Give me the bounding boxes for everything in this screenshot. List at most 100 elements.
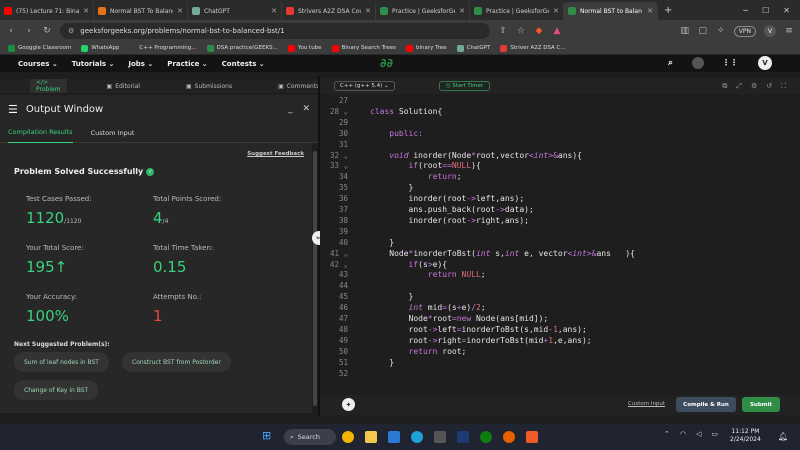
chevron-up-icon[interactable]: ⌃	[664, 430, 670, 438]
problem-tab[interactable]: ▣ Editorial	[101, 79, 146, 93]
user-avatar[interactable]: V	[758, 56, 772, 70]
code-line[interactable]: void inorder(Node*root,vector<int>&ans){	[370, 151, 582, 160]
menu-icon[interactable]: ≡	[784, 26, 794, 36]
sidebar-icon[interactable]: ▥	[680, 26, 690, 36]
problem-tab[interactable]: </> Problem	[30, 79, 67, 93]
volume-icon[interactable]: ◁	[696, 430, 701, 438]
reload-icon[interactable]: ↻	[42, 26, 52, 36]
store-icon[interactable]	[434, 431, 446, 443]
taskbar-search[interactable]: ⌕ Search	[284, 429, 336, 445]
url-field[interactable]: ⚙ geeksforgeeks.org/problems/normal-bst-…	[60, 23, 490, 39]
tab-close-icon[interactable]: ✕	[83, 7, 89, 15]
bookmark-item[interactable]: Binary Search Trees	[331, 44, 396, 52]
profile-avatar[interactable]: V	[764, 25, 776, 37]
code-line[interactable]: return;	[370, 172, 462, 181]
back-icon[interactable]: ‹	[6, 26, 16, 36]
site-nav-item[interactable]: Jobs ⌄	[128, 60, 153, 68]
expand-icon[interactable]: ⤢	[736, 82, 742, 91]
start-timer-button[interactable]: ◷ Start Timer	[438, 81, 491, 91]
maximize-icon[interactable]: ☐	[762, 6, 769, 15]
code-line[interactable]: Node*root=new Node(ans[mid]);	[370, 314, 549, 323]
wifi-icon[interactable]: ◠	[680, 430, 686, 438]
code-line[interactable]: class Solution{	[370, 107, 442, 116]
chrome-icon[interactable]	[342, 431, 354, 443]
site-nav-item[interactable]: Practice ⌄	[167, 60, 207, 68]
hamburger-icon[interactable]: ☰	[8, 103, 18, 116]
code-line[interactable]: if(s>e){	[370, 260, 448, 269]
code-line[interactable]: root->left=inorderToBst(s,mid-1,ans);	[370, 325, 587, 334]
problem-tab[interactable]: ▣ Submissions	[180, 79, 238, 93]
theme-toggle-icon[interactable]	[692, 57, 704, 69]
code-line[interactable]: ans.push_back(root->data);	[370, 205, 534, 214]
minimize-icon[interactable]: ─	[743, 6, 748, 15]
browser-tab[interactable]: Normal BST To Balanced ✕	[94, 2, 188, 20]
submit-button[interactable]: Submit	[742, 397, 780, 412]
browser-tab[interactable]: Normal BST to Balan ✕	[564, 2, 658, 20]
bookmark-item[interactable]: Googgle Classroom	[8, 44, 71, 52]
close-window-icon[interactable]: ✕	[783, 6, 790, 15]
code-line[interactable]: inorder(root->right,ans);	[370, 216, 529, 225]
tab-close-icon[interactable]: ✕	[365, 7, 371, 15]
copy-icon[interactable]: ⧉	[722, 82, 727, 91]
share-icon[interactable]: ⇪	[498, 26, 508, 36]
fullscreen-icon[interactable]: ⛶	[781, 82, 786, 91]
code-line[interactable]: Node*inorderToBst(int s,int e, vector<in…	[370, 249, 635, 258]
bookmark-item[interactable]: You tube	[287, 44, 322, 52]
language-select[interactable]: C++ (g++ 5.4) ⌄	[334, 81, 395, 91]
site-nav-item[interactable]: Courses ⌄	[18, 60, 58, 68]
code-line[interactable]: }	[370, 238, 394, 247]
tab-close-icon[interactable]: ✕	[553, 7, 559, 15]
bookmark-item[interactable]: Striver A2Z DSA C...	[500, 44, 566, 52]
scrollbar-thumb[interactable]	[313, 151, 317, 406]
tab-close-icon[interactable]: ✕	[177, 7, 183, 15]
site-nav-item[interactable]: Tutorials ⌄	[72, 60, 115, 68]
suggestion-chip[interactable]: Change of Key in BST	[14, 380, 99, 400]
extension-brave-icon[interactable]: ◆	[534, 26, 544, 36]
tab-custom-input[interactable]: Custom Input	[91, 123, 135, 143]
tab-close-icon[interactable]: ✕	[647, 7, 653, 15]
taskbar-clock[interactable]: 11:12 PM 2/24/2024	[730, 428, 761, 444]
suggestion-chip[interactable]: Construct BST from Postorder	[122, 352, 231, 372]
code-line[interactable]: }	[370, 183, 414, 192]
bulb-icon[interactable]: ✦	[342, 398, 355, 411]
forward-icon[interactable]: ›	[24, 26, 34, 36]
leo-icon[interactable]: ✧	[716, 26, 726, 36]
bookmark-item[interactable]: ChatGPT	[456, 44, 490, 52]
browser-tab[interactable]: Practice | GeeksforGeeks ✕	[470, 2, 564, 20]
new-tab-button[interactable]: +	[658, 5, 678, 16]
xbox-icon[interactable]	[480, 431, 492, 443]
code-line[interactable]: }	[370, 292, 414, 301]
code-line[interactable]: root->right=inorderToBst(mid+1,e,ans);	[370, 336, 592, 345]
custom-input-link[interactable]: Custom Input	[628, 401, 665, 407]
gfg-logo-icon[interactable]: ∂∂	[380, 56, 393, 70]
browser-tab[interactable]: Strivers A2Z DSA Course ✕	[282, 2, 376, 20]
bookmark-item[interactable]: DSA practice(GEEKS...	[206, 44, 278, 52]
windows-start-icon[interactable]: ⊞	[262, 430, 274, 442]
code-line[interactable]: int mid=(s+e)/2;	[370, 303, 486, 312]
apps-grid-icon[interactable]: ⋮⋮	[722, 58, 738, 67]
battery-icon[interactable]: ▭	[711, 430, 718, 438]
bookmark-item[interactable]: WhatsApp	[81, 44, 119, 52]
minimize-output-icon[interactable]: _	[288, 104, 293, 114]
firefox-icon[interactable]	[503, 431, 515, 443]
brave-icon[interactable]	[526, 431, 538, 443]
tab-compilation-results[interactable]: Compilation Results	[8, 123, 73, 143]
vpn-button[interactable]: VPN	[733, 25, 756, 37]
code-line[interactable]: return NULL;	[370, 270, 486, 279]
browser-tab[interactable]: (75) Lecture 71: Binary Se✕	[0, 2, 94, 20]
close-output-icon[interactable]: ✕	[302, 104, 310, 114]
edge-icon[interactable]	[411, 431, 423, 443]
code-line[interactable]: }	[370, 358, 394, 367]
code-editor[interactable]: 27 28 ⌄ class Solution{29 30 public: 31 32 ⌄ …	[320, 95, 800, 395]
bookmark-star-icon[interactable]: ☆	[516, 26, 526, 36]
bookmark-item[interactable]: binary Tree	[405, 44, 447, 52]
l-app-icon[interactable]	[457, 431, 469, 443]
code-line[interactable]: return root;	[370, 347, 467, 356]
settings-icon[interactable]: ⚙	[751, 82, 757, 91]
suggestion-chip[interactable]: Sum of leaf nodes in BST	[14, 352, 109, 372]
browser-tab[interactable]: Practice | GeeksforGeeks ✕	[376, 2, 470, 20]
code-line[interactable]: if(root==NULL){	[370, 161, 481, 170]
extension-warning-icon[interactable]: ▲	[552, 26, 562, 36]
tab-close-icon[interactable]: ✕	[271, 7, 277, 15]
code-line[interactable]: inorder(root->left,ans);	[370, 194, 525, 203]
